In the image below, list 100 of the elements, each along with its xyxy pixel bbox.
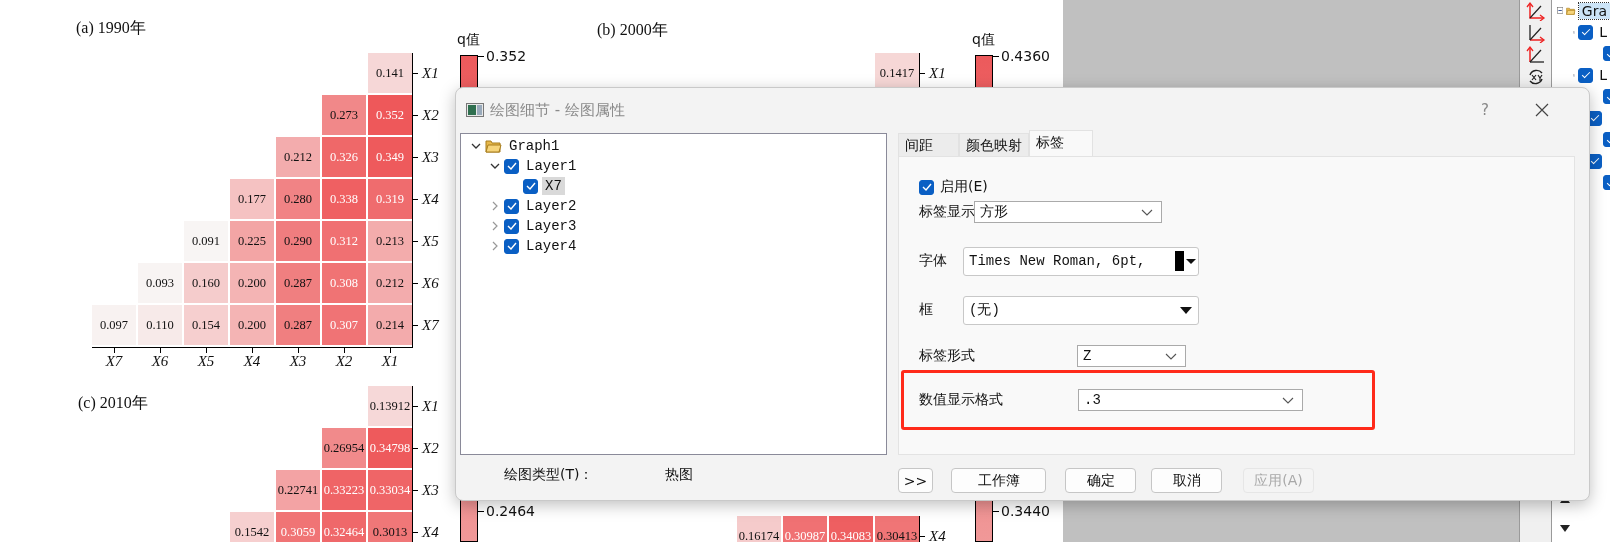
field-label: 绘图类型(T)： xyxy=(504,465,594,484)
tab[interactable]: 颜色映射 xyxy=(959,133,1029,156)
tree-item-label[interactable]: Layer4 xyxy=(523,237,580,255)
heatmap-cell: 0.093 xyxy=(138,263,182,303)
checkbox[interactable] xyxy=(919,179,934,195)
tab[interactable]: 间距 xyxy=(898,133,959,156)
checkbox[interactable] xyxy=(523,178,538,194)
heatmap-cell: 0.338 xyxy=(322,179,366,219)
heatmap-cell: 0.33223 xyxy=(322,470,366,510)
heatmap-cell: 0.287 xyxy=(276,263,320,303)
checkbox[interactable] xyxy=(504,198,519,214)
scale-label: 0.352 xyxy=(478,48,527,64)
heatmap-cell: 0.22741 xyxy=(276,470,320,510)
heatmap-cell: 0.280 xyxy=(276,179,320,219)
scale-label: 0.3440 xyxy=(993,503,1050,519)
color-swatch xyxy=(1175,251,1184,271)
folder-icon xyxy=(485,139,502,153)
dropdown-arrow-icon xyxy=(1186,258,1196,264)
heatmap-cell: 0.097 xyxy=(92,305,136,345)
heatmap-cell: 0.307 xyxy=(322,305,366,345)
heatmap-cell: 0.352 xyxy=(368,95,412,135)
heatmap-cell: 0.26954 xyxy=(322,428,366,468)
field-label: 标签显示 xyxy=(919,203,974,221)
field-label: 字体 xyxy=(919,252,948,270)
scroll-down-icon[interactable] xyxy=(1560,525,1570,532)
heatmap-cell: 0.177 xyxy=(230,179,274,219)
axes-icon[interactable] xyxy=(1525,45,1546,65)
heatmap-cell: 0.349 xyxy=(368,137,412,177)
heatmap-cell: 0.1542 xyxy=(230,512,274,542)
checkbox[interactable] xyxy=(1578,24,1594,40)
dropdown-field[interactable]: Times New Roman, 6pt, xyxy=(963,246,1199,276)
dropdown-field[interactable]: (无) xyxy=(963,295,1199,325)
heatmap-cell: 0.312 xyxy=(322,221,366,261)
dropdown-field[interactable]: .3 xyxy=(1078,389,1303,411)
tree-item-label[interactable]: Graph1 xyxy=(506,137,563,155)
axes-icon[interactable] xyxy=(1525,1,1546,21)
dialog-button[interactable]: 工作簿 xyxy=(951,468,1046,493)
window-icon xyxy=(466,103,484,117)
tree-item-label[interactable]: X7 xyxy=(542,177,565,195)
checkbox-label: 启用(E) xyxy=(940,178,988,196)
heatmap-cell: 0.34083 xyxy=(829,516,873,542)
heatmap-cell: 0.33034 xyxy=(368,470,412,510)
heatmap-cell: 0.326 xyxy=(322,137,366,177)
chevron-down-icon xyxy=(1282,396,1294,404)
tree-item-label[interactable]: Layer2 xyxy=(523,197,580,215)
checkbox[interactable] xyxy=(1578,67,1594,83)
heatmap-cell: 0.13912 xyxy=(368,386,412,426)
heatmap-cell: 0.32464 xyxy=(322,512,366,542)
chevron-icon[interactable] xyxy=(490,161,500,171)
chart-title: (c) 2010年 xyxy=(78,393,148,413)
window-title: 绘图细节 - 绘图属性 xyxy=(490,100,625,120)
dropdown-field[interactable]: 方形 xyxy=(974,201,1162,223)
checkbox[interactable] xyxy=(504,218,519,234)
heatmap-cell: 0.160 xyxy=(184,263,228,303)
heatmap-cell: 0.214 xyxy=(368,305,412,345)
close-icon[interactable] xyxy=(1535,103,1549,117)
heatmap-cell: 0.290 xyxy=(276,221,320,261)
colorbar-title: q值 xyxy=(972,30,995,48)
checkbox[interactable] xyxy=(504,238,519,254)
heatmap-cell: 0.212 xyxy=(368,263,412,303)
dropdown-arrow-icon xyxy=(1180,306,1192,314)
plot-type-value: 热图 xyxy=(665,465,694,484)
heatmap-cell: 0.200 xyxy=(230,305,274,345)
tree-item-label[interactable]: L xyxy=(1596,24,1610,41)
heatmap-cell: 0.141 xyxy=(368,53,412,93)
heatmap-cell: 0.110 xyxy=(138,305,182,345)
colorbar-title: q值 xyxy=(457,30,480,48)
dialog-button[interactable]: >> xyxy=(898,468,933,493)
field-label: 数值显示格式 xyxy=(919,391,1004,409)
heatmap-cell: 0.225 xyxy=(230,221,274,261)
chart-title: (a) 1990年 xyxy=(76,18,146,38)
field-label: 框 xyxy=(919,301,934,319)
heatmap-cell: 0.091 xyxy=(184,221,228,261)
chevron-icon[interactable] xyxy=(471,141,481,151)
heatmap-cell: 0.212 xyxy=(276,137,320,177)
checkbox[interactable] xyxy=(504,158,519,174)
dialog-button[interactable]: 确定 xyxy=(1065,468,1136,493)
tree-item-label[interactable]: Layer3 xyxy=(523,217,580,235)
heatmap-cell: 0.154 xyxy=(184,305,228,345)
dialog-button[interactable]: 取消 xyxy=(1151,468,1222,493)
heatmap-cell: 0.308 xyxy=(322,263,366,303)
dropdown-field[interactable]: Z xyxy=(1077,345,1186,367)
heatmap-cell: 0.200 xyxy=(230,263,274,303)
chevron-down-icon xyxy=(1141,208,1153,216)
field-label: 标签形式 xyxy=(919,347,976,365)
heatmap-cell: 0.319 xyxy=(368,179,412,219)
heatmap-cell: 0.213 xyxy=(368,221,412,261)
tree-item-label[interactable]: Layer1 xyxy=(523,157,580,175)
heatmap-cell: 0.30987 xyxy=(783,516,827,542)
tree-item-label[interactable]: L xyxy=(1596,67,1610,84)
chart-title: (b) 2000年 xyxy=(597,20,668,40)
heatmap-cell: 0.30413 xyxy=(875,516,919,542)
heatmap-cell: 0.3013 xyxy=(368,512,412,542)
heatmap-cell: 0.287 xyxy=(276,305,320,345)
heatmap-cell: 0.16174 xyxy=(737,516,781,542)
heatmap-cell: 0.34798 xyxy=(368,428,412,468)
scale-label: 0.4360 xyxy=(993,48,1050,64)
tree-item-label[interactable]: Gra xyxy=(1578,2,1610,19)
scale-label: 0.2464 xyxy=(478,503,535,519)
tab[interactable]: 标签 xyxy=(1029,130,1093,156)
